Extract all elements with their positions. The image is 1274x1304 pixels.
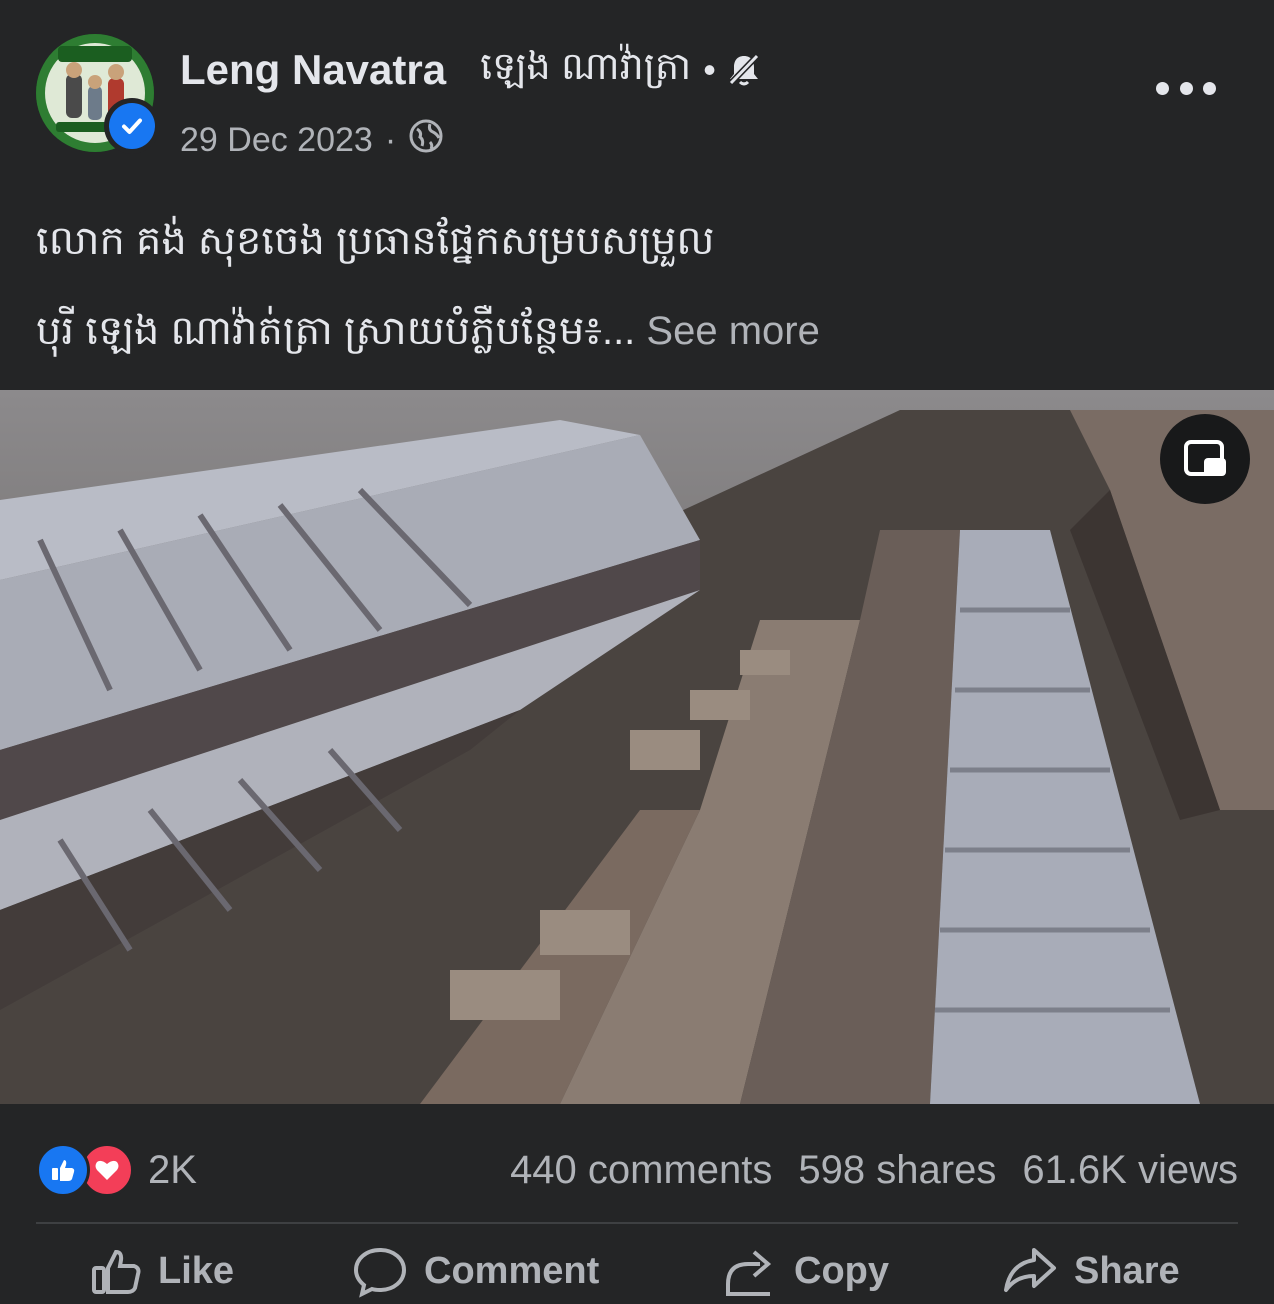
post-date[interactable]: 29 Dec 2023 — [180, 121, 373, 160]
page-name[interactable]: ឡេង ណាវ៉ាត្រា — [480, 42, 691, 98]
comments-count[interactable]: 440 comments — [510, 1148, 772, 1193]
caption-line: បុរី ឡេង ណាវ៉ាត់ត្រា ស្រាយបំភ្លឺបន្ថែម៖.… — [36, 286, 1236, 376]
reactions-summary[interactable]: 2K — [36, 1143, 197, 1197]
copy-icon — [726, 1250, 772, 1296]
share-label: Share — [1074, 1249, 1180, 1292]
thumbs-up-outline-icon — [92, 1249, 141, 1294]
more-dot — [1203, 81, 1216, 95]
caption-text: បុរី ឡេង ណាវ៉ាត់ត្រា ស្រាយបំភ្លឺបន្ថែម៖.… — [36, 309, 636, 353]
author-name[interactable]: Leng Navatra — [180, 46, 446, 94]
like-button[interactable]: Like — [90, 1244, 234, 1298]
more-dot — [1156, 81, 1169, 95]
views-count: 61.6K views — [1022, 1147, 1238, 1192]
copy-button[interactable]: Copy — [720, 1244, 889, 1298]
more-options-icon[interactable] — [1156, 72, 1216, 104]
post-caption: លោក គង់ សុខចេង ប្រធានផ្នែកសម្របសម្រួល បុ… — [36, 196, 1236, 376]
see-more-link[interactable]: See more — [646, 309, 819, 353]
bell-muted-icon[interactable] — [724, 50, 764, 90]
verified-badge-icon — [104, 98, 160, 154]
divider — [36, 1222, 1238, 1224]
author-line: Leng Navatra ឡេង ណាវ៉ាត្រា • — [180, 42, 764, 98]
comment-button[interactable]: Comment — [350, 1244, 599, 1298]
shares-count[interactable]: 598 shares — [798, 1148, 996, 1193]
globe-icon — [408, 118, 444, 163]
meta-separator: · — [384, 121, 397, 159]
picture-in-picture-icon[interactable] — [1160, 414, 1250, 504]
share-icon — [1004, 1248, 1056, 1292]
right-stats: 440 comments 598 shares 61.6K views — [484, 1148, 1238, 1193]
separator-dot: • — [703, 49, 716, 90]
like-label: Like — [158, 1249, 235, 1292]
post-meta: 29 Dec 2023 · — [180, 118, 444, 163]
post-header: Leng Navatra ឡេង ណាវ៉ាត្រា • 29 Dec 2023… — [0, 0, 1274, 390]
caption-line: លោក គង់ សុខចេង ប្រធានផ្នែកសម្របសម្រួល — [36, 219, 715, 263]
more-dot — [1179, 81, 1193, 95]
reactions-count: 2K — [148, 1147, 197, 1192]
thumbs-up-icon — [36, 1143, 90, 1197]
engagement-stats: 2K 440 comments 598 shares 61.6K views — [36, 1138, 1238, 1202]
comment-label: Comment — [424, 1249, 600, 1292]
post-actions: Like Comment Copy Share — [0, 1244, 1274, 1304]
comment-icon — [353, 1247, 407, 1298]
post-video[interactable] — [0, 390, 1274, 1104]
share-button[interactable]: Share — [1000, 1244, 1180, 1298]
copy-label: Copy — [794, 1249, 889, 1292]
